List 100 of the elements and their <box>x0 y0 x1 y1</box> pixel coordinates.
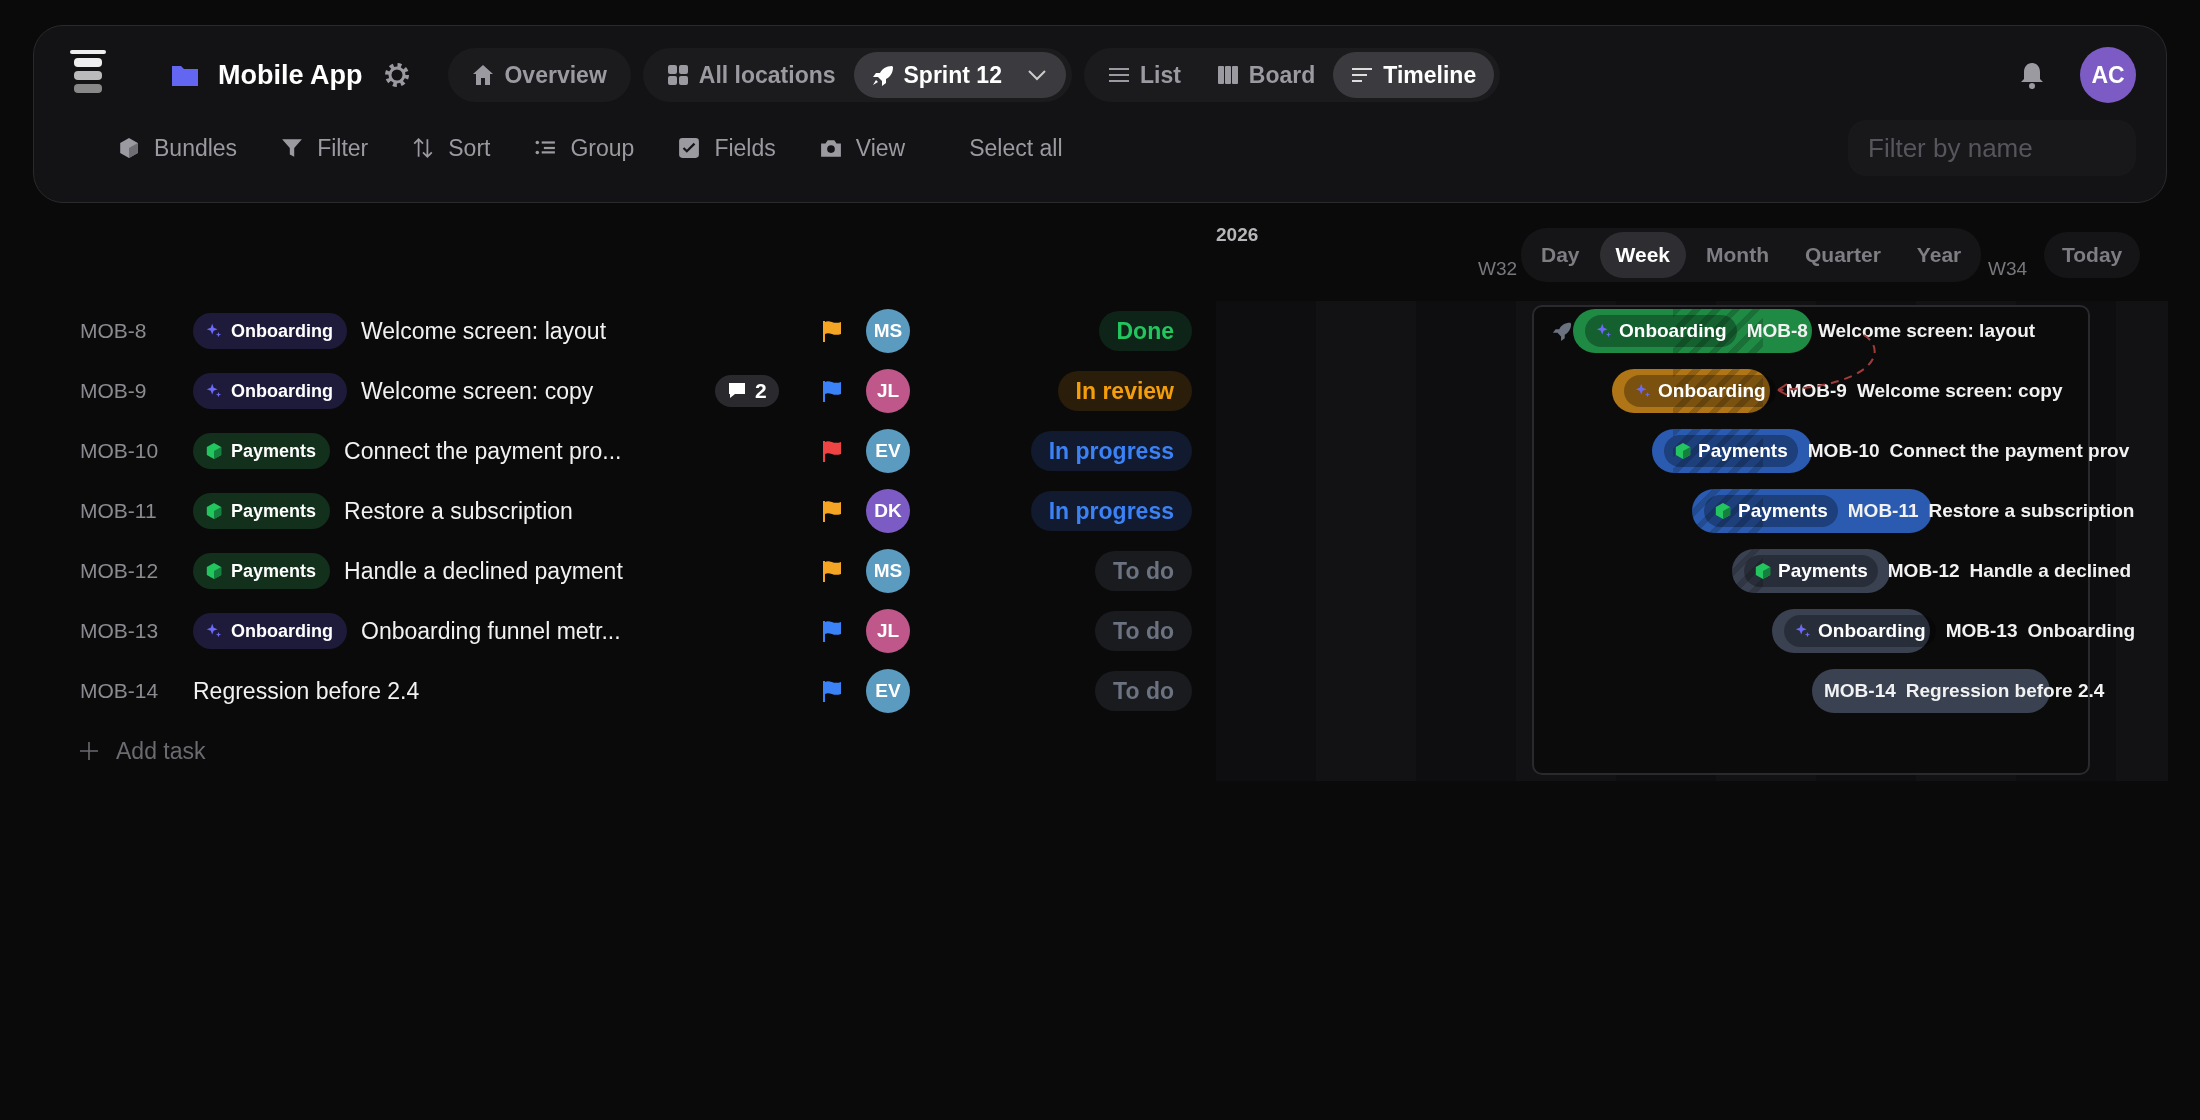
task-title[interactable]: Onboarding funnel metr... <box>361 617 621 645</box>
assignee-avatar[interactable]: JL <box>866 609 910 653</box>
toolbar-button[interactable]: Sort <box>412 134 491 162</box>
view-tab[interactable]: List <box>1089 52 1199 98</box>
task-title[interactable]: Regression before 2.4 <box>193 677 420 705</box>
task-id: MOB-8 <box>80 319 148 343</box>
user-avatar[interactable]: AC <box>2080 47 2136 103</box>
scale-tab[interactable]: Quarter <box>1789 232 1897 278</box>
checkbox-icon <box>678 137 701 159</box>
sparkle-icon <box>1595 322 1613 340</box>
status-badge[interactable]: In progress <box>1030 431 1192 471</box>
assignee-avatar[interactable]: DK <box>866 489 910 533</box>
select-all-button[interactable]: Select all <box>969 134 1063 162</box>
task-id: MOB-13 <box>80 619 160 643</box>
rocket-icon <box>871 64 894 86</box>
tag-chip: Onboarding <box>193 313 347 349</box>
flag-icon[interactable] <box>820 679 844 703</box>
timeline-bar[interactable] <box>1772 609 1930 653</box>
scale-tab[interactable]: Day <box>1525 232 1596 278</box>
scale-tab[interactable]: Week <box>1599 232 1686 278</box>
tag-chip: Onboarding <box>1784 615 1936 647</box>
status-badge[interactable]: In review <box>1057 371 1192 411</box>
tag-chip: Payments <box>193 493 331 529</box>
cube-icon <box>205 562 223 580</box>
cube-icon <box>205 502 223 520</box>
toolbar-button[interactable]: Group <box>534 134 635 162</box>
task-id: MOB-14 <box>80 679 160 703</box>
sparkle-icon <box>1634 382 1652 400</box>
cube-icon <box>205 442 223 460</box>
task-title: Connect the payment prov <box>1889 440 2130 462</box>
timeline-bar[interactable] <box>1573 309 1812 353</box>
flag-icon[interactable] <box>820 439 844 463</box>
task-id: MOB-13 <box>1945 620 2018 642</box>
task-id: MOB-9 <box>80 379 148 403</box>
status-badge[interactable]: In progress <box>1030 491 1192 531</box>
status-badge[interactable]: To do <box>1095 671 1192 711</box>
task-title: Onboarding <box>2027 620 2136 642</box>
status-badge[interactable]: To do <box>1095 611 1192 651</box>
status-badge[interactable]: Done <box>1098 311 1192 351</box>
task-title: Handle a declined <box>1969 560 2132 582</box>
toolbar-button[interactable]: Filter <box>281 134 369 162</box>
rocket-icon <box>1552 321 1572 341</box>
plus-icon[interactable] <box>80 742 98 760</box>
task-id: MOB-9 <box>1785 380 1847 402</box>
view-tab[interactable]: Timeline <box>1333 52 1495 98</box>
tag-chip: Payments <box>193 433 331 469</box>
week-label: W34 <box>1988 258 2028 280</box>
home-icon <box>472 64 495 86</box>
tag-chip: Payments <box>1664 435 1798 467</box>
flag-icon[interactable] <box>820 619 844 643</box>
timeline-bar[interactable] <box>1612 369 1770 413</box>
task-title[interactable]: Restore a subscription <box>344 497 573 525</box>
task-title[interactable]: Connect the payment pro... <box>344 437 622 465</box>
sparkle-icon <box>1794 622 1812 640</box>
task-title[interactable]: Welcome screen: layout <box>361 317 606 345</box>
settings-icon[interactable] <box>384 62 411 88</box>
task-id: MOB-14 <box>1824 680 1896 702</box>
week-label: W32 <box>1478 258 1518 280</box>
task-id: MOB-10 <box>80 439 160 463</box>
add-task-link[interactable]: Add task <box>116 737 206 765</box>
view-tab[interactable]: Board <box>1198 52 1334 98</box>
today-button[interactable]: Today <box>2044 232 2141 278</box>
task-id: MOB-8 <box>1746 320 1808 342</box>
status-badge[interactable]: To do <box>1095 551 1192 591</box>
task-title: Welcome screen: layout <box>1817 320 2036 342</box>
tag-chip: Payments <box>1704 495 1838 527</box>
cube-icon <box>1674 442 1692 460</box>
toolbar-button[interactable]: View <box>819 134 906 162</box>
tag-chip: Payments <box>1744 555 1878 587</box>
tag-chip: Onboarding <box>1585 315 1737 347</box>
task-title: Welcome screen: copy <box>1856 380 2063 402</box>
bell-icon[interactable] <box>2020 61 2044 89</box>
locations-tab[interactable]: All locations <box>648 52 854 98</box>
cube-icon <box>1714 502 1732 520</box>
flag-icon[interactable] <box>820 559 844 583</box>
camera-icon <box>819 137 842 159</box>
task-id: MOB-12 <box>1887 560 1960 582</box>
toolbar-button[interactable]: Bundles <box>118 134 238 162</box>
task-title[interactable]: Handle a declined payment <box>344 557 623 585</box>
comment-count[interactable]: 2 <box>715 375 779 407</box>
sparkle-icon <box>205 382 223 400</box>
task-id: MOB-12 <box>80 559 160 583</box>
task-id: MOB-11 <box>1847 500 1919 522</box>
sprint-dropdown[interactable]: Sprint 12 <box>853 52 1066 98</box>
task-title[interactable]: Welcome screen: copy <box>361 377 594 405</box>
tag-chip: Onboarding <box>193 613 347 649</box>
project-title: Mobile App <box>218 59 363 91</box>
folder-icon <box>172 64 198 86</box>
flag-icon[interactable] <box>820 319 844 343</box>
sort-icon <box>412 137 435 159</box>
funnel-icon <box>281 137 304 159</box>
assignee-avatar[interactable]: JL <box>866 369 910 413</box>
filter-field[interactable]: Filter by name <box>1848 120 2136 176</box>
scale-tab[interactable]: Year <box>1900 232 1978 278</box>
toolbar-button[interactable]: Fields <box>678 134 776 162</box>
flag-icon[interactable] <box>820 379 844 403</box>
scale-tab[interactable]: Month <box>1690 232 1785 278</box>
task-title: Regression before 2.4 <box>1905 680 2105 702</box>
timeline-bar[interactable] <box>1732 549 1890 593</box>
flag-icon[interactable] <box>820 499 844 523</box>
